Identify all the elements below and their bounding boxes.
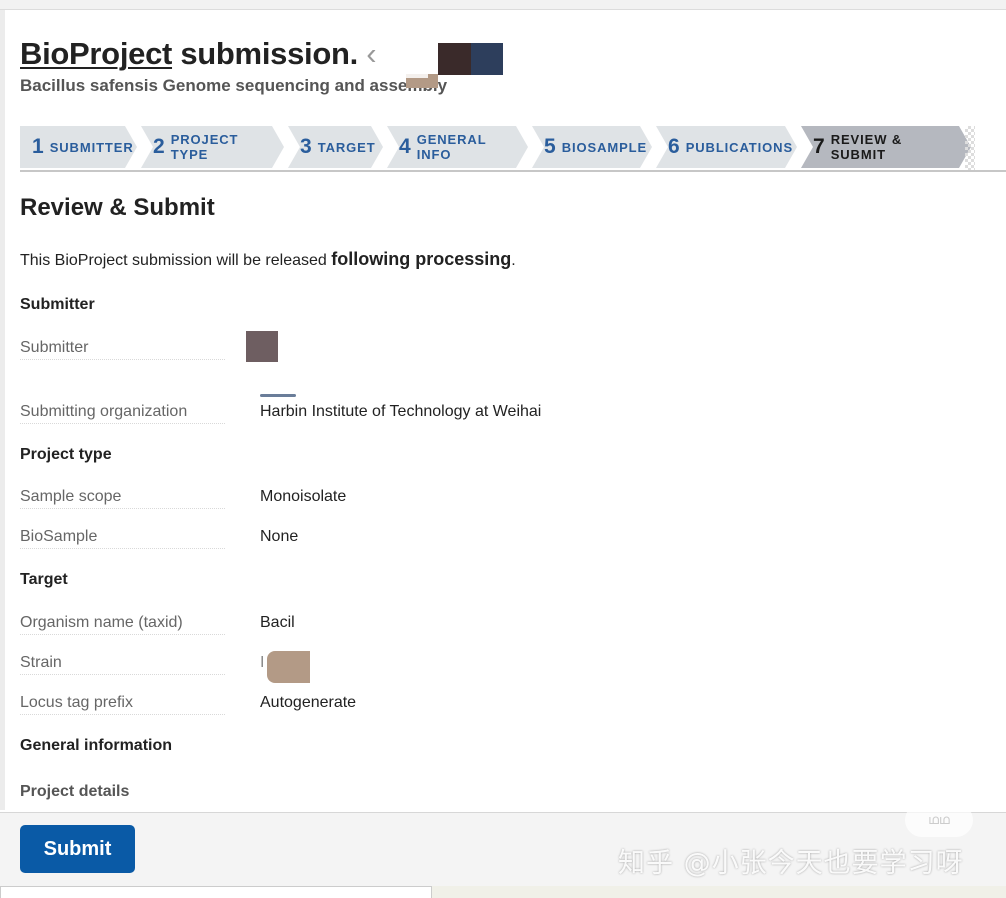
- biosample-label: BioSample: [20, 528, 225, 549]
- step-number: 2: [153, 135, 165, 158]
- wizard-steps: 1 Submitter 2 Project type 3 Target 4 Ge…: [20, 126, 975, 168]
- watermark-badge: ഥഥ: [905, 803, 973, 837]
- project-details-title: Project details: [20, 783, 130, 800]
- step-target[interactable]: 3 Target: [288, 126, 383, 168]
- sample-scope-label: Sample scope: [20, 488, 225, 509]
- step-general-info[interactable]: 4 General info: [387, 126, 528, 168]
- group-target: Target: [20, 571, 68, 588]
- locus-tag-value: Autogenerate: [260, 694, 357, 711]
- step-label: Project type: [170, 132, 239, 162]
- redaction-block: [438, 43, 471, 75]
- redaction-line: [260, 394, 296, 397]
- step-project-type[interactable]: 2 Project type: [141, 126, 284, 168]
- step-submitter[interactable]: 1 Submitter: [20, 126, 137, 168]
- step-label: General info: [416, 132, 487, 162]
- step-number: 1: [32, 135, 44, 158]
- step-label: Target: [317, 139, 376, 155]
- bioproject-link[interactable]: BioProject: [20, 36, 172, 71]
- step-label: Biosample: [561, 139, 648, 155]
- release-bold: following processing: [331, 249, 512, 269]
- release-prefix: This BioProject submission will be relea…: [20, 252, 332, 269]
- organism-label: Organism name (taxid): [20, 614, 225, 635]
- step-number: 5: [544, 135, 556, 158]
- submitter-label: Submitter: [20, 339, 225, 360]
- page-subtitle: Bacillus safensis Genome sequencing and …: [20, 76, 448, 95]
- review-heading: Review & Submit: [20, 194, 215, 221]
- redaction-block: [378, 52, 428, 78]
- group-general-information: General information: [20, 737, 173, 754]
- step-number: 3: [300, 135, 312, 158]
- step-number: 7: [813, 135, 825, 158]
- left-border: [0, 10, 5, 810]
- step-bar-edge: [965, 126, 975, 170]
- step-number: 6: [668, 135, 680, 158]
- step-label: Review & Submit: [830, 132, 903, 162]
- step-label: Publications: [685, 139, 794, 155]
- group-project-type: Project type: [20, 446, 112, 463]
- submit-button[interactable]: Submit: [20, 825, 135, 873]
- redaction-block: [267, 651, 310, 683]
- strain-label: Strain: [20, 654, 225, 675]
- bottom-panel: [0, 886, 432, 898]
- step-number: 4: [399, 135, 411, 158]
- browser-top-bar: [0, 0, 1006, 10]
- step-publications[interactable]: 6 Publications: [656, 126, 797, 168]
- watermark-text: 知乎 @小张今天也要学习呀: [618, 848, 964, 879]
- title-rest: submission.: [172, 36, 358, 71]
- step-biosample[interactable]: 5 Biosample: [532, 126, 652, 168]
- redaction-block: [471, 43, 503, 75]
- step-review-submit[interactable]: 7 Review & Submit: [801, 126, 971, 168]
- page-footer: Submit ഥഥ 知乎 @小张今天也要学习呀: [0, 803, 1006, 886]
- strain-value: I: [260, 654, 265, 671]
- title-trailing: ‹: [357, 36, 377, 71]
- steps-divider: [20, 170, 1006, 172]
- biosample-value: None: [260, 528, 299, 545]
- bottom-strip: [0, 886, 1006, 898]
- organization-value: Harbin Institute of Technology at Weihai: [260, 403, 542, 420]
- organization-label: Submitting organization: [20, 403, 225, 424]
- organism-value: Bacil: [260, 614, 295, 631]
- sample-scope-value: Monoisolate: [260, 488, 347, 505]
- redaction-block: [246, 331, 278, 362]
- group-submitter: Submitter: [20, 296, 95, 313]
- release-note: This BioProject submission will be relea…: [20, 249, 516, 270]
- release-suffix: .: [511, 252, 516, 269]
- locus-tag-label: Locus tag prefix: [20, 694, 225, 715]
- step-label: Submitter: [49, 139, 134, 155]
